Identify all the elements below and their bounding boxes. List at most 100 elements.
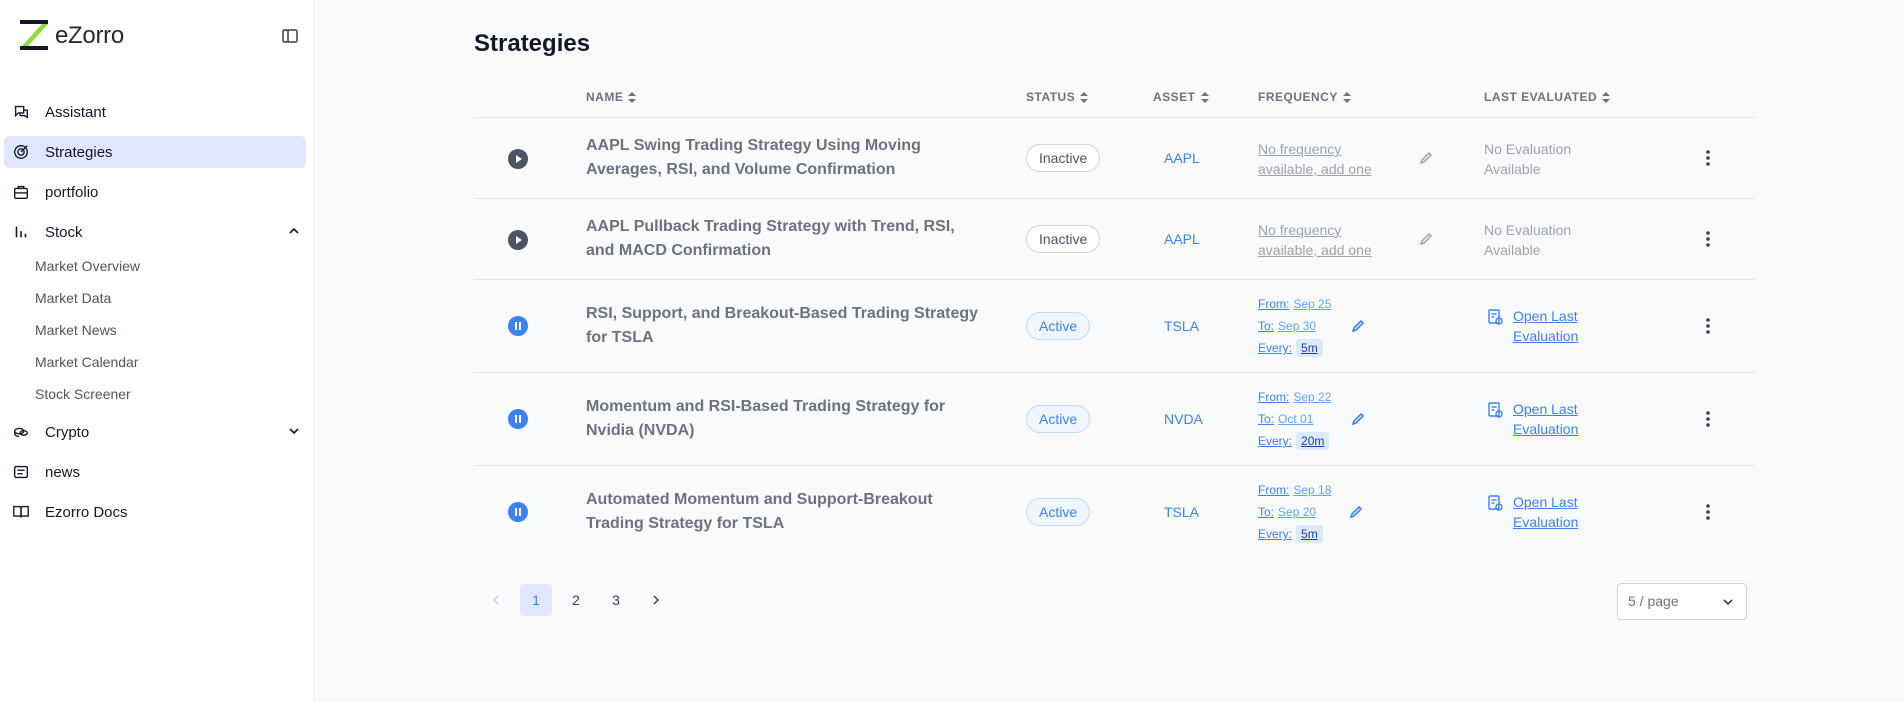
- sidebar-item-label: Ezorro Docs: [45, 503, 128, 521]
- strategy-name[interactable]: Automated Momentum and Support-Breakout …: [586, 488, 986, 536]
- more-options-icon[interactable]: [1698, 502, 1718, 522]
- sort-icon: [1200, 91, 1209, 103]
- to-date[interactable]: Oct 01: [1278, 408, 1313, 430]
- chevron-down-icon: [1723, 599, 1733, 606]
- prev-page-button[interactable]: [480, 584, 512, 616]
- sidebar-item-news[interactable]: news: [4, 456, 306, 488]
- strategies-table: NAME STATUS ASSET FREQUENCY LAST EVALUAT…: [474, 80, 1755, 559]
- sidebar-subitem-market-calendar[interactable]: Market Calendar: [4, 346, 306, 378]
- asset-link[interactable]: TSLA: [1164, 318, 1199, 334]
- table-header: NAME STATUS ASSET FREQUENCY LAST EVALUAT…: [474, 80, 1755, 118]
- pagination: 1 2 3: [474, 584, 680, 616]
- pause-icon[interactable]: [508, 409, 528, 429]
- sidebar-item-strategies[interactable]: Strategies: [4, 136, 306, 168]
- page-title: Strategies: [474, 30, 591, 57]
- chevron-right-icon: [653, 595, 660, 605]
- column-header-frequency[interactable]: FREQUENCY: [1258, 90, 1351, 104]
- play-icon[interactable]: [508, 230, 528, 250]
- more-options-icon[interactable]: [1698, 316, 1718, 336]
- next-page-button[interactable]: [640, 584, 672, 616]
- status-badge: Active: [1026, 312, 1091, 340]
- sidebar-item-label: Crypto: [45, 423, 90, 441]
- sidebar-item-label: portfolio: [45, 183, 99, 201]
- sidebar-item-portfolio[interactable]: portfolio: [4, 176, 306, 208]
- page-2-button[interactable]: 2: [560, 584, 592, 616]
- report-icon: [1488, 402, 1503, 418]
- sidebar-subitem-market-data[interactable]: Market Data: [4, 282, 306, 314]
- play-icon[interactable]: [508, 149, 528, 169]
- to-date[interactable]: Sep 20: [1278, 501, 1316, 523]
- from-label: From:: [1258, 483, 1290, 497]
- column-header-last-evaluated[interactable]: LAST EVALUATED: [1484, 90, 1611, 104]
- column-header-asset[interactable]: ASSET: [1153, 90, 1209, 104]
- frequency-schedule: From: Sep 18 To: Sep 20 Every: 5m: [1258, 479, 1331, 545]
- pause-icon[interactable]: [508, 502, 528, 522]
- sidebar-item-stock[interactable]: Stock: [4, 216, 306, 248]
- sidebar-item-ezorro-docs[interactable]: Ezorro Docs: [4, 496, 306, 528]
- logo[interactable]: eZorro: [20, 18, 300, 54]
- more-options-icon[interactable]: [1698, 148, 1718, 168]
- evaluation-status: No Evaluation Available: [1484, 222, 1572, 258]
- chevron-up-icon[interactable]: [286, 223, 302, 239]
- chat-icon: [14, 105, 28, 119]
- edit-icon[interactable]: [1418, 150, 1434, 166]
- from-date[interactable]: Sep 18: [1293, 479, 1331, 501]
- sidebar-subitem-stock-screener[interactable]: Stock Screener: [4, 378, 306, 410]
- sidebar-subitem-market-overview[interactable]: Market Overview: [4, 250, 306, 282]
- pause-icon[interactable]: [508, 316, 528, 336]
- briefcase-icon: [14, 185, 28, 199]
- asset-link[interactable]: AAPL: [1164, 150, 1200, 166]
- main-content: Strategies NAME STATUS ASSET FREQUENCY L…: [316, 0, 1904, 702]
- edit-icon[interactable]: [1348, 504, 1364, 520]
- sidebar-nav: Assistant Strategies portfolio Stock Mar…: [4, 96, 306, 536]
- open-evaluation-link[interactable]: Open Last Evaluation: [1486, 306, 1603, 346]
- sidebar: eZorro Assistant Strategies portfolio St…: [0, 0, 315, 702]
- page-1-button[interactable]: 1: [520, 584, 552, 616]
- edit-icon[interactable]: [1350, 411, 1366, 427]
- column-header-status[interactable]: STATUS: [1026, 90, 1089, 104]
- sidebar-item-label: Strategies: [45, 143, 113, 161]
- interval-chip[interactable]: 20m: [1296, 432, 1330, 450]
- coins-icon: [14, 427, 28, 438]
- sidebar-item-label: news: [45, 463, 81, 481]
- more-options-icon[interactable]: [1698, 229, 1718, 249]
- strategy-name[interactable]: RSI, Support, and Breakout-Based Trading…: [586, 302, 986, 350]
- table-row: Automated Momentum and Support-Breakout …: [474, 466, 1755, 559]
- edit-icon[interactable]: [1418, 231, 1434, 247]
- strategy-name[interactable]: Momentum and RSI-Based Trading Strategy …: [586, 395, 986, 443]
- page-3-button[interactable]: 3: [600, 584, 632, 616]
- sidebar-subitem-market-news[interactable]: Market News: [4, 314, 306, 346]
- page-size-select[interactable]: 5 / page: [1617, 583, 1747, 620]
- logo-icon: [20, 20, 48, 50]
- to-label: To:: [1258, 505, 1275, 519]
- column-header-name[interactable]: NAME: [586, 90, 637, 104]
- from-date[interactable]: Sep 22: [1293, 386, 1331, 408]
- interval-chip[interactable]: 5m: [1296, 339, 1323, 357]
- newspaper-icon: [14, 465, 28, 479]
- edit-icon[interactable]: [1350, 318, 1366, 334]
- open-evaluation-link[interactable]: Open Last Evaluation: [1486, 492, 1603, 532]
- sort-icon: [1080, 91, 1089, 103]
- evaluation-label: Open Last Evaluation: [1513, 308, 1579, 344]
- from-date[interactable]: Sep 25: [1293, 293, 1331, 315]
- strategy-name[interactable]: AAPL Swing Trading Strategy Using Moving…: [586, 134, 986, 182]
- app-name: eZorro: [55, 22, 124, 49]
- table-row: AAPL Pullback Trading Strategy with Tren…: [474, 199, 1755, 280]
- book-icon: [13, 505, 29, 518]
- chevron-down-icon[interactable]: [286, 423, 302, 439]
- add-frequency-link[interactable]: No frequency available, add one: [1258, 220, 1388, 260]
- to-label: To:: [1258, 412, 1275, 426]
- table-row: AAPL Swing Trading Strategy Using Moving…: [474, 118, 1755, 199]
- open-evaluation-link[interactable]: Open Last Evaluation: [1486, 399, 1603, 439]
- strategy-name[interactable]: AAPL Pullback Trading Strategy with Tren…: [586, 215, 986, 263]
- interval-chip[interactable]: 5m: [1296, 525, 1323, 543]
- sidebar-item-crypto[interactable]: Crypto: [4, 416, 306, 448]
- sidebar-toggle-icon[interactable]: [280, 26, 300, 46]
- more-options-icon[interactable]: [1698, 409, 1718, 429]
- asset-link[interactable]: TSLA: [1164, 504, 1199, 520]
- add-frequency-link[interactable]: No frequency available, add one: [1258, 139, 1388, 179]
- asset-link[interactable]: AAPL: [1164, 231, 1200, 247]
- asset-link[interactable]: NVDA: [1164, 411, 1203, 427]
- sidebar-item-assistant[interactable]: Assistant: [4, 96, 306, 128]
- to-date[interactable]: Sep 30: [1278, 315, 1316, 337]
